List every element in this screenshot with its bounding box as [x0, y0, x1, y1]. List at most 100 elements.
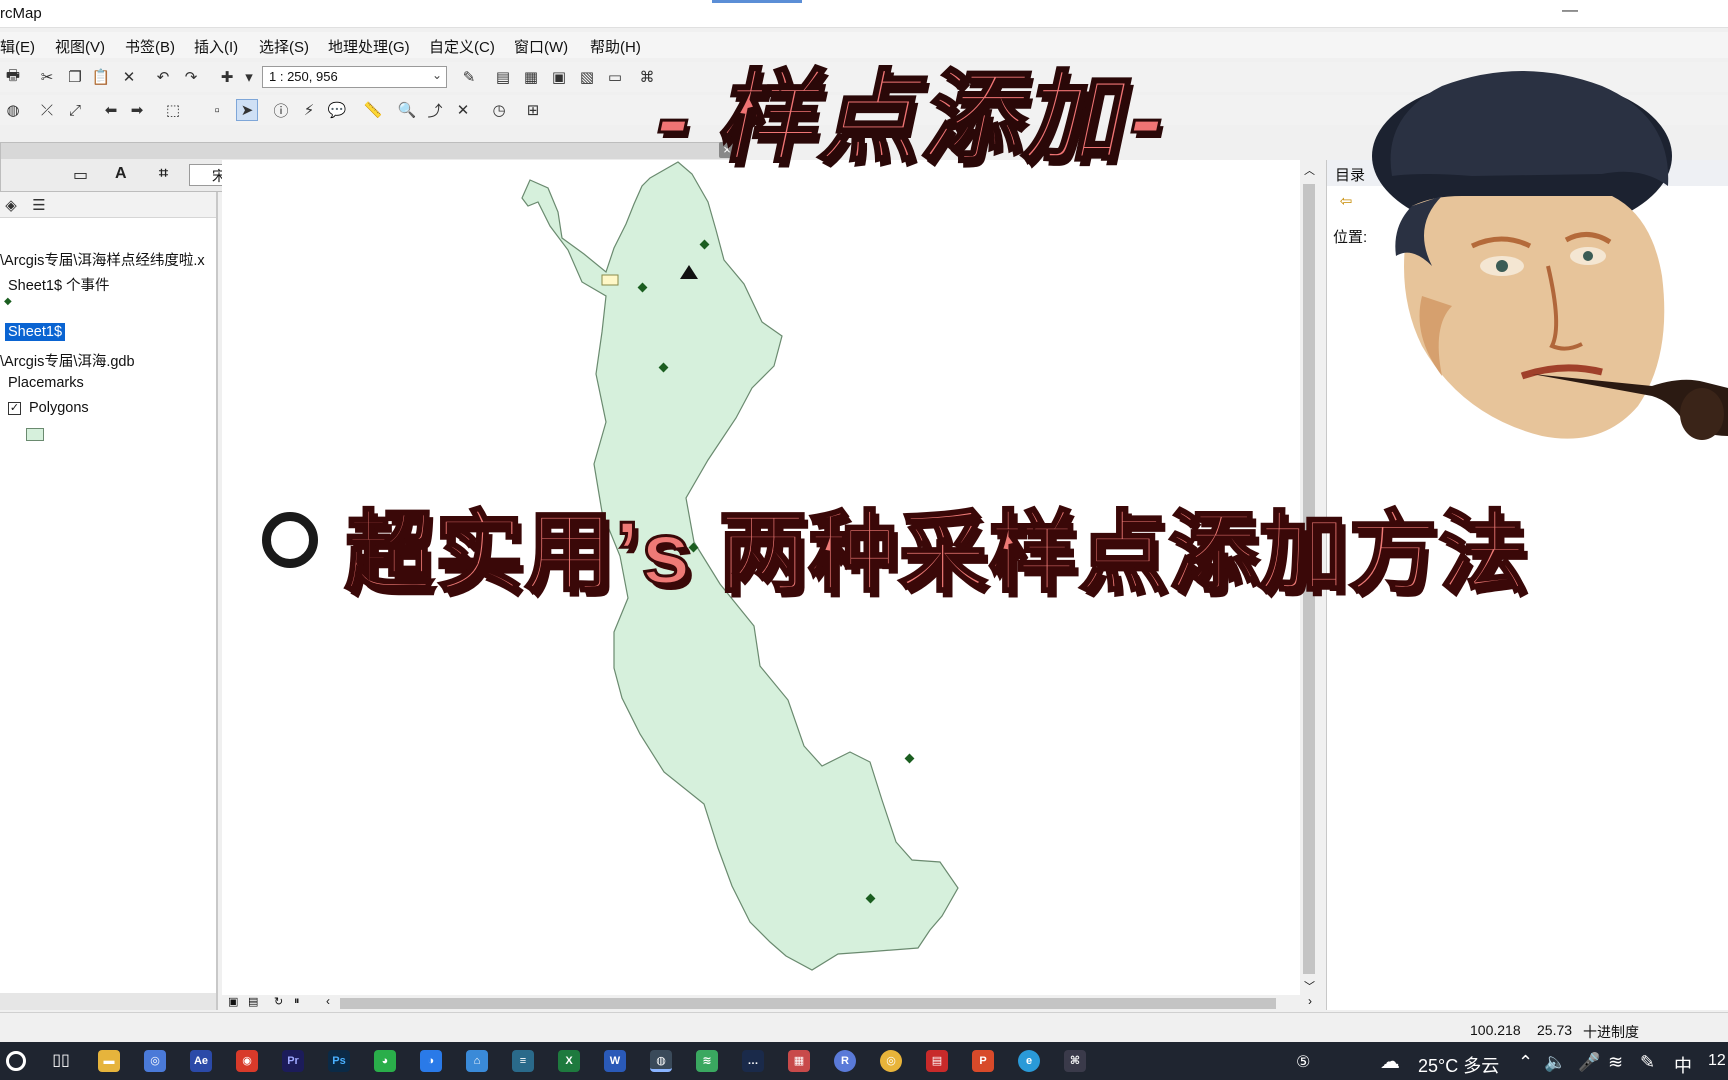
- app-icon[interactable]: ≡: [512, 1050, 534, 1072]
- pause-icon[interactable]: ⏸: [294, 995, 300, 1008]
- edge-icon[interactable]: e: [1018, 1050, 1040, 1072]
- arcmap-icon[interactable]: ◍: [650, 1050, 672, 1072]
- chevron-up-icon[interactable]: ︿: [1304, 162, 1315, 178]
- add-data-icon[interactable]: ✚: [216, 66, 238, 88]
- select-elements-icon[interactable]: ➤: [236, 99, 258, 121]
- search-window-icon[interactable]: ▣: [548, 66, 570, 88]
- toc-item-sheet-table[interactable]: Sheet1$: [5, 323, 66, 341]
- chevron-up-icon[interactable]: ⌃: [1518, 1052, 1533, 1073]
- menu-geoprocessing[interactable]: 地理处理(G): [328, 36, 410, 57]
- globe-icon[interactable]: ◍: [2, 99, 24, 121]
- text-label-element[interactable]: [601, 274, 619, 286]
- editor-icon[interactable]: ✎: [458, 66, 480, 88]
- map-horizontal-scrollbar[interactable]: ▣ ▤ ↻ ⏸ ‹ ›: [222, 994, 1318, 1011]
- app-icon[interactable]: ◉: [236, 1050, 258, 1072]
- delete-icon[interactable]: ✕: [118, 66, 140, 88]
- text-tool-icon[interactable]: A: [115, 165, 127, 183]
- toc-horizontal-scrollbar[interactable]: [0, 993, 216, 1010]
- undo-icon[interactable]: ↶: [152, 66, 174, 88]
- chrome-icon[interactable]: ◎: [880, 1050, 902, 1072]
- chevron-left-icon[interactable]: ‹: [326, 994, 330, 1008]
- fixed-zoom-out-icon[interactable]: ⤢: [64, 99, 86, 121]
- menu-insert[interactable]: 插入(I): [194, 36, 238, 57]
- chevron-down-icon[interactable]: ﹀: [1304, 978, 1315, 994]
- tray-app-icon[interactable]: ⑤: [1296, 1052, 1310, 1072]
- word-icon[interactable]: W: [604, 1050, 626, 1072]
- viewer-window-icon[interactable]: ⊞: [522, 99, 544, 121]
- scroll-thumb[interactable]: [340, 998, 1276, 1009]
- excel-icon[interactable]: X: [558, 1050, 580, 1072]
- menu-view[interactable]: 视图(V): [55, 36, 105, 57]
- menu-customize[interactable]: 自定义(C): [429, 36, 495, 57]
- refresh-icon[interactable]: ↻: [274, 995, 283, 1008]
- hyperlink-icon[interactable]: ⚡: [298, 99, 320, 121]
- app-icon[interactable]: ▦: [788, 1050, 810, 1072]
- toc-item-gdb-source[interactable]: \Arcgis专届\洱海.gdb: [0, 350, 135, 371]
- fixed-zoom-in-icon[interactable]: ⤫: [36, 99, 58, 121]
- wechat-icon[interactable]: ◕: [374, 1050, 396, 1072]
- app-icon[interactable]: ⌘: [1064, 1050, 1086, 1072]
- app-icon[interactable]: …: [742, 1050, 764, 1072]
- layout-view-icon[interactable]: ▣: [228, 995, 238, 1008]
- rectangle-tool-icon[interactable]: ▭: [73, 165, 88, 185]
- toc-item-excel-source[interactable]: \Arcgis专届\洱海样点经纬度啦.x: [0, 249, 205, 270]
- toolbar-grip[interactable]: [1, 143, 741, 159]
- data-view-icon[interactable]: ▤: [248, 995, 258, 1008]
- task-view-icon[interactable]: ▯▯: [50, 1050, 72, 1072]
- model-builder-icon[interactable]: ⌘: [636, 66, 658, 88]
- microphone-icon[interactable]: 🎤: [1578, 1052, 1600, 1073]
- premiere-icon[interactable]: Pr: [282, 1050, 304, 1072]
- start-search-icon[interactable]: [6, 1051, 26, 1071]
- edit-vertices-icon[interactable]: ⌗: [159, 165, 168, 183]
- table-of-contents-icon[interactable]: ▤: [492, 66, 514, 88]
- pen-icon[interactable]: ✎: [1640, 1052, 1655, 1073]
- app-icon[interactable]: ⌂: [466, 1050, 488, 1072]
- toc-item-events-layer[interactable]: Sheet1$ 个事件: [8, 274, 110, 295]
- copy-icon[interactable]: ❐: [64, 66, 86, 88]
- powerpoint-icon[interactable]: P: [972, 1050, 994, 1072]
- r-icon[interactable]: R: [834, 1050, 856, 1072]
- go-to-xy-icon[interactable]: ✕: [452, 99, 474, 121]
- time-slider-icon[interactable]: ◷: [488, 99, 510, 121]
- find-route-icon[interactable]: ⤴: [424, 99, 446, 121]
- ime-indicator[interactable]: 中: [1674, 1052, 1692, 1078]
- sample-point[interactable]: [904, 753, 915, 764]
- menu-edit[interactable]: 辑(E): [0, 36, 35, 57]
- toc-item-placemarks[interactable]: Placemarks: [8, 375, 84, 391]
- speaker-icon[interactable]: 🔈: [1544, 1052, 1566, 1073]
- app-icon[interactable]: ≋: [696, 1050, 718, 1072]
- arctoolbox-icon[interactable]: ▧: [576, 66, 598, 88]
- measure-icon[interactable]: 📏: [362, 99, 384, 121]
- toc-item-polygons[interactable]: ✓ Polygons: [8, 400, 89, 416]
- catalog-icon[interactable]: ▦: [520, 66, 542, 88]
- print-icon[interactable]: 🖶: [2, 66, 24, 88]
- app-icon[interactable]: ◑: [420, 1050, 442, 1072]
- identify-icon[interactable]: ⓘ: [270, 99, 292, 121]
- paste-icon[interactable]: 📋: [90, 66, 112, 88]
- list-by-source-icon[interactable]: ☰: [28, 194, 50, 216]
- file-explorer-icon[interactable]: ▬: [98, 1050, 120, 1072]
- select-features-icon[interactable]: ⬚: [162, 99, 184, 121]
- back-arrow-icon[interactable]: ⬅: [100, 99, 122, 121]
- clock-time[interactable]: 12: [1708, 1052, 1726, 1070]
- app-icon[interactable]: ▤: [926, 1050, 948, 1072]
- html-popup-icon[interactable]: 💬: [326, 99, 348, 121]
- find-icon[interactable]: 🔍: [396, 99, 418, 121]
- menu-selection[interactable]: 选择(S): [259, 36, 309, 57]
- app-icon[interactable]: Ae: [190, 1050, 212, 1072]
- menu-bookmarks[interactable]: 书签(B): [125, 36, 175, 57]
- chevron-down-icon[interactable]: ▾: [238, 66, 260, 88]
- forward-arrow-icon[interactable]: ➡: [126, 99, 148, 121]
- polygons-visibility-checkbox[interactable]: ✓: [8, 401, 21, 415]
- clear-selection-icon[interactable]: ▫: [206, 99, 228, 121]
- chevron-right-icon[interactable]: ›: [1308, 994, 1312, 1008]
- app-icon[interactable]: ◎: [144, 1050, 166, 1072]
- cut-icon[interactable]: ✂: [36, 66, 58, 88]
- weather-text[interactable]: 25°C 多云: [1418, 1052, 1499, 1078]
- python-window-icon[interactable]: ▭: [604, 66, 626, 88]
- list-by-drawing-order-icon[interactable]: ◈: [0, 194, 22, 216]
- menu-help[interactable]: 帮助(H): [590, 36, 641, 57]
- wifi-icon[interactable]: ≋: [1608, 1052, 1623, 1073]
- menu-windows[interactable]: 窗口(W): [514, 36, 568, 57]
- map-scale-input[interactable]: 1 : 250, 956 ⌄: [262, 66, 447, 88]
